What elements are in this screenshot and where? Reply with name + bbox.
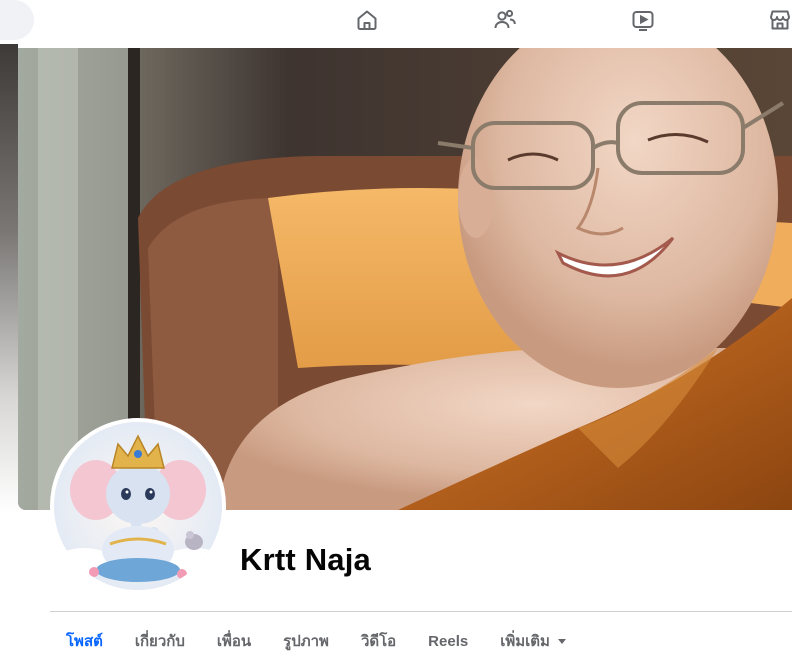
friends-icon[interactable]	[491, 6, 519, 34]
search-box[interactable]	[0, 0, 34, 40]
tab-reels-label: Reels	[428, 632, 469, 650]
tab-divider	[50, 611, 792, 612]
tab-about[interactable]: เกี่ยวกับ	[119, 624, 201, 658]
tab-more[interactable]: เพิ่มเติม	[484, 624, 582, 658]
tab-photos-label: รูปภาพ	[283, 633, 329, 650]
tab-friends[interactable]: เพื่อน	[201, 624, 267, 658]
tab-posts-label: โพสต์	[66, 633, 103, 650]
tab-more-label: เพิ่มเติม	[500, 633, 550, 650]
page-backdrop	[0, 44, 18, 514]
avatar-image	[54, 422, 222, 590]
tab-friends-label: เพื่อน	[216, 633, 252, 650]
caret-down-icon	[557, 638, 566, 644]
tab-photos[interactable]: รูปภาพ	[267, 624, 345, 658]
marketplace-icon[interactable]	[766, 6, 792, 34]
tab-videos[interactable]: วิดีโอ	[345, 624, 412, 658]
tab-reels[interactable]: Reels	[412, 624, 484, 658]
top-navigation-bar	[0, 0, 792, 44]
tab-videos-label: วิดีโอ	[360, 633, 397, 650]
tab-posts[interactable]: โพสต์	[50, 624, 119, 658]
profile-tabs: โพสต์ เกี่ยวกับ เพื่อน รูปภาพ วิดีโอ Ree…	[50, 624, 582, 658]
tab-about-label: เกี่ยวกับ	[134, 633, 185, 650]
profile-avatar[interactable]	[50, 418, 226, 594]
video-icon[interactable]	[629, 6, 657, 34]
home-icon[interactable]	[353, 6, 381, 34]
profile-name: Krtt Naja	[240, 542, 371, 577]
